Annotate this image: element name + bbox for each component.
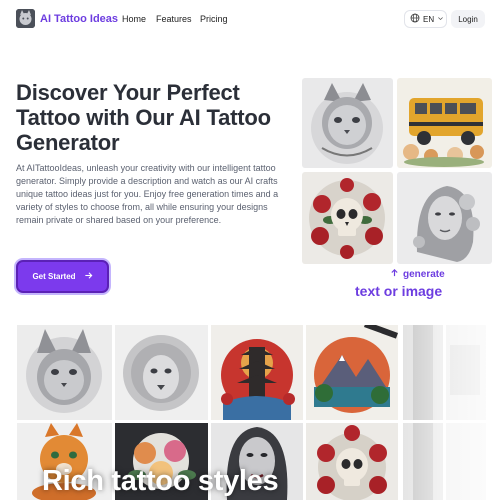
- top-navigation: AI Tattoo Ideas Home Features Pricing EN…: [0, 0, 500, 40]
- language-selector[interactable]: EN: [404, 10, 447, 28]
- nav-features-link[interactable]: Features: [156, 14, 192, 24]
- get-started-button[interactable]: Get Started: [16, 260, 109, 293]
- gallery-fade-overlay: [400, 320, 500, 500]
- skull-roses-tattoo-image: [306, 423, 398, 500]
- woman-portrait-tattoo-image: [397, 172, 492, 264]
- rich-tattoo-styles-title: Rich tattoo styles: [42, 465, 279, 497]
- language-label: EN: [423, 14, 435, 24]
- nav-home-link[interactable]: Home: [122, 14, 146, 24]
- cat-tattoo-logo-icon[interactable]: [16, 9, 35, 28]
- get-started-label: Get Started: [32, 272, 76, 281]
- skull-roses-tattoo-image: [302, 172, 393, 264]
- lion-tattoo-image: [115, 325, 208, 420]
- globe-icon: [410, 13, 420, 25]
- hero-image-grid: [301, 78, 492, 264]
- arrow-up-icon: [390, 268, 399, 280]
- hero-headline: Discover Your Perfect Tattoo with Our AI…: [16, 80, 271, 155]
- school-bus-tattoo-image: [397, 78, 492, 168]
- lynx-tattoo-image: [17, 325, 112, 420]
- pagoda-tattoo-image: [211, 325, 303, 420]
- text-or-image-label: text or image: [355, 283, 443, 299]
- cat-tattoo-image: [302, 78, 393, 168]
- chevron-down-icon: [437, 15, 444, 24]
- brand-name[interactable]: AI Tattoo Ideas: [40, 13, 118, 25]
- landscape-circle-tattoo-image: [306, 325, 398, 420]
- login-button[interactable]: Login: [451, 10, 485, 28]
- generate-note-text: generate: [403, 268, 445, 280]
- hero-description: At AITattooIdeas, unleash your creativit…: [16, 163, 279, 225]
- nav-pricing-link[interactable]: Pricing: [200, 14, 228, 24]
- generate-note: generate: [390, 268, 445, 280]
- arrow-right-icon: [84, 271, 93, 282]
